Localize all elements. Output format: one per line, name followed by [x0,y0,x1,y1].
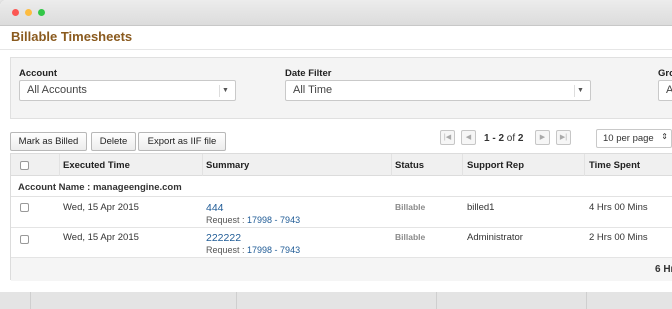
request-prefix: Request : [206,245,248,255]
table-row[interactable]: Wed, 15 Apr 2015 444 Request : 17998 - 7… [11,198,672,228]
executed-time: Wed, 15 Apr 2015 [63,202,139,213]
summary-link[interactable]: 444 [206,202,224,214]
header-support-rep[interactable]: Support Rep [467,160,524,171]
first-page-icon[interactable]: |◀ [440,130,455,145]
title-bar [0,0,672,26]
row-checkbox[interactable] [20,235,29,244]
support-rep: Administrator [467,232,523,243]
header-status[interactable]: Status [395,160,424,171]
table-footer: 6 Hr [11,258,672,281]
filter-panel: Account All Accounts ▼ Date Filter All T… [10,57,672,119]
total-time: 6 Hr [655,264,672,275]
next-page-icon[interactable]: ▶ [535,130,550,145]
group-select-value: A [666,84,672,96]
per-page-value: 10 per page [603,133,654,144]
column-divider [391,154,392,176]
export-iif-button[interactable]: Export as IIF file [138,132,226,151]
select-all-checkbox[interactable] [20,161,29,170]
group-select[interactable]: A [658,80,672,101]
group-row: Account Name : manageengine.com [11,177,672,197]
divider [0,49,672,50]
page-title: Billable Timesheets [11,29,133,44]
support-rep: billed1 [467,202,495,213]
summary-link[interactable]: 222222 [206,232,241,244]
timesheets-table: Executed Time Summary Status Support Rep… [10,153,672,281]
account-select-value: All Accounts [27,84,87,96]
time-spent: 4 Hrs 00 Mins [589,202,648,213]
chevron-down-icon: ▼ [574,85,586,97]
date-filter-value: All Time [293,84,333,96]
mark-as-billed-button[interactable]: Mark as Billed [10,132,87,151]
minimize-window-icon[interactable] [25,9,32,16]
status-badge: Billable [395,232,426,242]
column-divider [236,292,237,309]
group-label: Account Name : manageengine.com [18,182,182,193]
date-filter-select[interactable]: All Time ▼ [285,80,591,101]
updown-arrows-icon: ⇕ [661,132,668,141]
executed-time: Wed, 15 Apr 2015 [63,232,139,243]
request-link[interactable]: 17998 - 7943 [247,215,300,225]
row-checkbox[interactable] [20,203,29,212]
column-divider [30,292,31,309]
table-header: Executed Time Summary Status Support Rep… [11,154,672,176]
request-link[interactable]: 17998 - 7943 [247,245,300,255]
request-info: Request : 17998 - 7943 [206,245,300,255]
column-divider [436,292,437,309]
header-time-spent[interactable]: Time Spent [589,160,640,171]
close-window-icon[interactable] [12,9,19,16]
page-total: 2 [517,133,524,144]
account-select[interactable]: All Accounts ▼ [19,80,236,101]
chevron-down-icon: ▼ [219,85,231,97]
header-summary[interactable]: Summary [206,160,249,171]
delete-button[interactable]: Delete [91,132,136,151]
date-filter-label: Date Filter [285,68,332,79]
group-filter-label: Gro [658,68,672,79]
request-info: Request : 17998 - 7943 [206,215,300,225]
column-divider [584,154,585,176]
pagination-info: 1 - 2 of 2 [484,133,523,144]
table-row[interactable]: Wed, 15 Apr 2015 222222 Request : 17998 … [11,228,672,258]
prev-page-icon[interactable]: ◀ [461,130,476,145]
column-divider [202,154,203,176]
app-window: Billable Timesheets Account All Accounts… [0,0,672,292]
column-divider [462,154,463,176]
per-page-select[interactable]: 10 per page ⇕ [596,129,672,148]
column-divider [586,292,587,309]
page-of: of [506,133,516,144]
request-prefix: Request : [206,215,248,225]
header-executed-time[interactable]: Executed Time [63,160,130,171]
bottom-strip [0,292,672,309]
maximize-window-icon[interactable] [38,9,45,16]
column-divider [59,154,60,176]
time-spent: 2 Hrs 00 Mins [589,232,648,243]
account-filter-label: Account [19,68,57,79]
status-badge: Billable [395,202,426,212]
last-page-icon[interactable]: ▶| [556,130,571,145]
page-range: 1 - 2 [484,133,505,144]
